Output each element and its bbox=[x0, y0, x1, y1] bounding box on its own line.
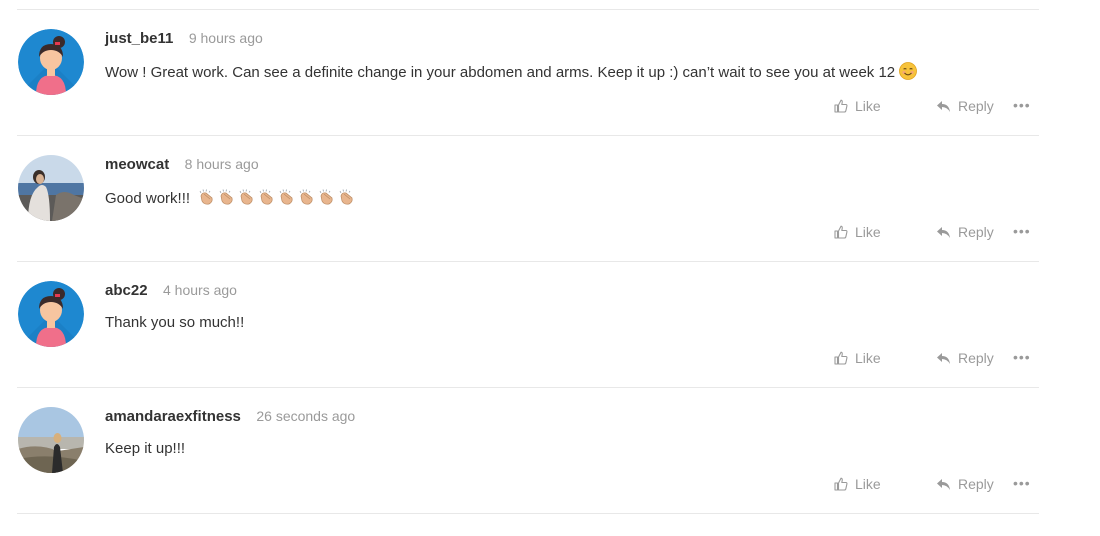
comment-actions: Like Reply ••• bbox=[833, 475, 1039, 496]
clapping-hands-icon bbox=[239, 189, 253, 205]
thumbs-up-icon bbox=[834, 225, 848, 239]
reply-label: Reply bbox=[958, 98, 994, 114]
avatar[interactable] bbox=[18, 29, 84, 95]
like-button[interactable]: Like bbox=[834, 350, 881, 366]
comment-item: amandaraexfitness 26 seconds ago Keep it… bbox=[17, 388, 1039, 513]
reply-arrow-icon bbox=[937, 100, 950, 112]
comment-text: Wow ! Great work. Can see a definite cha… bbox=[105, 62, 918, 84]
username[interactable]: abc22 bbox=[105, 282, 148, 299]
comment-actions: Like Reply ••• bbox=[833, 223, 1039, 244]
comment-item: meowcat 8 hours ago Good work!!! Like Re… bbox=[17, 136, 1039, 261]
reply-arrow-icon bbox=[937, 226, 950, 238]
clapping-hands-icon bbox=[259, 189, 273, 205]
clapping-hands-icon bbox=[279, 189, 293, 205]
like-label: Like bbox=[855, 476, 881, 492]
more-options-button[interactable]: ••• bbox=[1013, 475, 1031, 491]
timestamp: 9 hours ago bbox=[188, 30, 263, 46]
comment-actions: Like Reply ••• bbox=[833, 97, 1039, 118]
username[interactable]: amandaraexfitness bbox=[105, 408, 241, 425]
thumbs-up-icon bbox=[834, 351, 848, 365]
reply-label: Reply bbox=[958, 350, 994, 366]
reply-label: Reply bbox=[958, 476, 994, 492]
comment-actions: Like Reply ••• bbox=[833, 349, 1039, 370]
comment-thread: just_be11 9 hours ago Wow ! Great work. … bbox=[17, 0, 1039, 514]
reply-button[interactable]: Reply bbox=[936, 98, 994, 114]
timestamp: 4 hours ago bbox=[163, 282, 237, 298]
comment-text: Good work!!! bbox=[105, 188, 356, 210]
like-label: Like bbox=[855, 350, 881, 366]
more-dots-icon: ••• bbox=[1013, 223, 1031, 239]
avatar[interactable] bbox=[18, 281, 84, 347]
reply-arrow-icon bbox=[937, 352, 950, 364]
comment-item: abc22 4 hours ago Thank you so much!! Li… bbox=[17, 262, 1039, 387]
comment-body: Good work!!! bbox=[105, 190, 191, 207]
more-options-button[interactable]: ••• bbox=[1013, 349, 1031, 365]
clapping-hands-icon bbox=[219, 189, 233, 205]
clapping-hands-icon bbox=[319, 189, 333, 205]
more-dots-icon: ••• bbox=[1013, 97, 1031, 113]
clapping-hands-emoji-row bbox=[194, 188, 356, 210]
reply-button[interactable]: Reply bbox=[936, 224, 994, 240]
avatar[interactable] bbox=[18, 407, 84, 473]
reply-arrow-icon bbox=[937, 478, 950, 490]
smiling-face-emoji-icon bbox=[899, 62, 918, 84]
like-button[interactable]: Like bbox=[834, 98, 881, 114]
reply-button[interactable]: Reply bbox=[936, 476, 994, 492]
avatar[interactable] bbox=[18, 155, 84, 221]
like-button[interactable]: Like bbox=[834, 476, 881, 492]
thumbs-up-icon bbox=[834, 99, 848, 113]
reply-label: Reply bbox=[958, 224, 994, 240]
like-label: Like bbox=[855, 224, 881, 240]
clapping-hands-icon bbox=[299, 189, 313, 205]
comment-body: Thank you so much!! bbox=[105, 314, 245, 331]
username[interactable]: meowcat bbox=[105, 156, 169, 173]
default-avatar-girl-icon bbox=[18, 29, 84, 95]
like-button[interactable]: Like bbox=[834, 224, 881, 240]
more-options-button[interactable]: ••• bbox=[1013, 223, 1031, 239]
clapping-hands-icon bbox=[199, 189, 213, 205]
comment-body: Keep it up!!! bbox=[105, 440, 186, 457]
reply-button[interactable]: Reply bbox=[936, 350, 994, 366]
timestamp: 26 seconds ago bbox=[256, 408, 356, 424]
timestamp: 8 hours ago bbox=[184, 156, 259, 172]
more-dots-icon: ••• bbox=[1013, 349, 1031, 365]
more-dots-icon: ••• bbox=[1013, 475, 1031, 491]
divider bbox=[17, 513, 1039, 514]
like-label: Like bbox=[855, 98, 881, 114]
username[interactable]: just_be11 bbox=[105, 30, 173, 47]
comment-item: just_be11 9 hours ago Wow ! Great work. … bbox=[17, 10, 1039, 135]
photo-beach-avatar-icon bbox=[18, 155, 84, 221]
comment-text: Keep it up!!! bbox=[105, 440, 185, 457]
default-avatar-girl-icon bbox=[18, 281, 84, 347]
comment-text: Thank you so much!! bbox=[105, 314, 244, 331]
clapping-hands-icon bbox=[339, 189, 353, 205]
thumbs-up-icon bbox=[834, 477, 848, 491]
more-options-button[interactable]: ••• bbox=[1013, 97, 1031, 113]
comment-body: Wow ! Great work. Can see a definite cha… bbox=[105, 64, 896, 81]
photo-hilltop-avatar-icon bbox=[18, 407, 84, 473]
